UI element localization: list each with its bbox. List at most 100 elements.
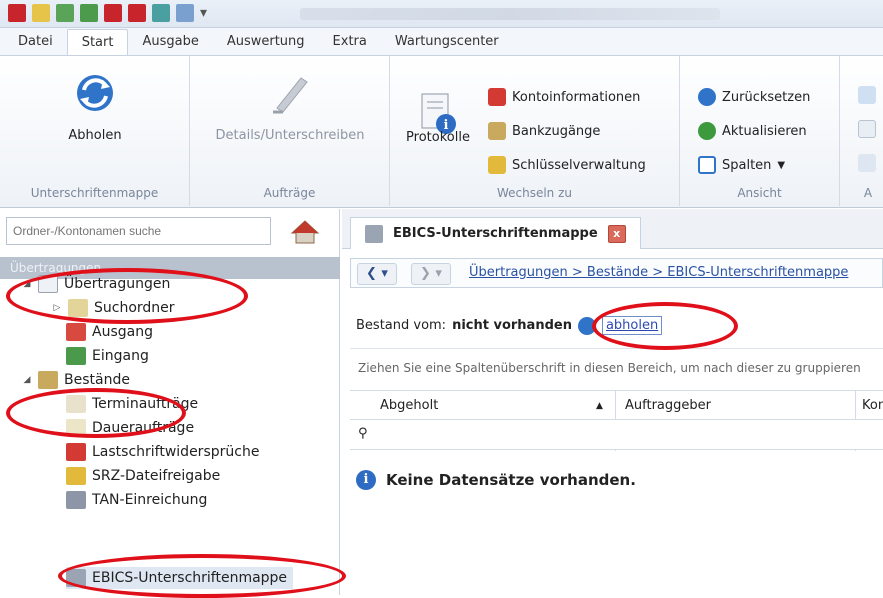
pen-sign-icon: [273, 77, 308, 114]
protokolle-button[interactable]: i Protokolle: [398, 92, 478, 145]
envelope-icon: [38, 275, 58, 293]
close-tab-button[interactable]: x: [607, 224, 626, 243]
nav-item-eingang[interactable]: Eingang: [66, 345, 149, 367]
expand-triangle-icon[interactable]: ◢: [22, 375, 32, 385]
schluesselverwaltung-button[interactable]: Schlüsselverwaltung: [488, 154, 646, 176]
nav-label: Lastschriftwidersprüche: [92, 444, 260, 460]
abholen-button[interactable]: Abholen: [50, 70, 140, 143]
nav-label: Terminaufträge: [92, 396, 199, 412]
nav-item-ebics-unterschriftenmappe[interactable]: EBICS-Unterschriftenmappe: [66, 567, 294, 589]
breadcrumb-bar: ❮ ▾ ❯ ▾ Übertragungen > Bestände > EBICS…: [350, 258, 883, 288]
kontoinformationen-label: Kontoinformationen: [512, 89, 641, 105]
nav-item-dauerauftraege[interactable]: Daueraufträge: [66, 417, 194, 439]
chart-icon[interactable]: [858, 154, 876, 172]
group-auftraege: Details/Unterschreiben Aufträge: [190, 56, 390, 206]
bankzugaenge-button[interactable]: Bankzugänge: [488, 120, 600, 142]
file-release-icon: [66, 467, 86, 485]
group-label-cut: A: [863, 186, 873, 200]
calendar-icon: [66, 395, 86, 413]
qat-dropdown-icon[interactable]: ▾: [200, 4, 212, 22]
bankzugaenge-label: Bankzugänge: [512, 123, 601, 139]
tab-wartungscenter[interactable]: Wartungscenter: [381, 29, 513, 55]
empty-message: Keine Datensätze vorhanden.: [386, 471, 636, 489]
tab-start[interactable]: Start: [66, 29, 129, 55]
spalten-button[interactable]: Spalten ▼: [698, 154, 785, 176]
search-folder-icon: [68, 299, 88, 317]
abholen-link[interactable]: abholen: [601, 316, 663, 335]
group-ansicht: Zurücksetzen Aktualisieren Spalten ▼ Ans…: [680, 56, 840, 206]
nav-label: SRZ-Dateifreigabe: [92, 468, 221, 484]
tab-ausgabe[interactable]: Ausgabe: [128, 29, 212, 55]
group-by-area[interactable]: Ziehen Sie eine Spaltenüberschrift in di…: [350, 348, 883, 388]
status-line: Bestand vom: nicht vorhanden abholen: [356, 316, 663, 335]
column-header-abgeholt[interactable]: Abgeholt: [380, 398, 438, 413]
empty-state: i Keine Datensätze vorhanden.: [356, 470, 636, 490]
breadcrumb[interactable]: Übertragungen > Bestände > EBICS-Untersc…: [469, 265, 848, 280]
nav-item-ausgang[interactable]: Ausgang: [66, 321, 153, 343]
group-label-ansicht: Ansicht: [737, 186, 782, 200]
nav-item-lastschriftwidersprueche[interactable]: Lastschriftwidersprüche: [66, 441, 259, 463]
group-cutoff: A: [840, 56, 883, 206]
schluesselverwaltung-label: Schlüsselverwaltung: [512, 157, 646, 173]
bank-icon: [488, 122, 506, 140]
column-header-kon[interactable]: Kon: [862, 398, 883, 413]
filter-icon: ⚲: [358, 426, 368, 441]
account-info-icon: [488, 88, 506, 106]
transfer-icon[interactable]: [80, 4, 98, 22]
recurring-calendar-icon: [66, 419, 86, 437]
refresh-globe-icon: [77, 75, 113, 111]
nav-item-tan-einreichung[interactable]: TAN-Einreichung: [66, 489, 207, 511]
info-icon: i: [356, 470, 376, 490]
signature-folder-icon: [66, 569, 86, 587]
folder-search-input[interactable]: [6, 217, 271, 245]
nav-item-uebertragungen[interactable]: ◢ Übertragungen: [22, 273, 170, 295]
group-label-unterschriftenmappe: Unterschriftenmappe: [30, 186, 159, 200]
tab-ebics-unterschriftenmappe[interactable]: EBICS-Unterschriftenmappe x: [350, 217, 641, 249]
tab-datei[interactable]: Datei: [0, 29, 67, 55]
window-icon[interactable]: [152, 4, 170, 22]
details-unterschreiben-button[interactable]: Details/Unterschreiben: [200, 70, 380, 143]
refresh-icon: [698, 122, 716, 140]
list-icon[interactable]: [32, 4, 50, 22]
nav-label: Ausgang: [92, 324, 153, 340]
doc-tab-title: EBICS-Unterschriftenmappe: [393, 226, 598, 241]
print-icon[interactable]: [128, 4, 146, 22]
navigation-pane: Übertragungen ◢ Übertragungen ▷ Suchordn…: [0, 209, 340, 595]
tab-auswertung[interactable]: Auswertung: [213, 29, 319, 55]
nav-item-suchordner[interactable]: ▷ Suchordner: [52, 297, 175, 319]
nav-label: Daueraufträge: [92, 420, 195, 436]
grid-icon[interactable]: [858, 86, 876, 104]
nav-label: Eingang: [92, 348, 149, 364]
back-button[interactable]: ❮ ▾: [357, 263, 397, 285]
nav-item-bestaende[interactable]: ◢ Bestände: [22, 369, 130, 391]
home-icon[interactable]: [290, 219, 320, 245]
tab-extra[interactable]: Extra: [319, 29, 381, 55]
nav-label: Übertragungen: [64, 276, 171, 292]
ribbon: Abholen Unterschriftenmappe Details/Unte…: [0, 56, 883, 208]
send-icon[interactable]: [104, 4, 122, 22]
group-wechseln-zu: i Protokolle Kontoinformationen Bankzugä…: [390, 56, 680, 206]
status-value: nicht vorhanden: [452, 318, 572, 333]
collapse-triangle-icon[interactable]: ▷: [52, 303, 62, 313]
protokolle-label: Protokolle: [406, 130, 470, 145]
kontoinformationen-button[interactable]: Kontoinformationen: [488, 86, 640, 108]
help-icon[interactable]: [176, 4, 194, 22]
import-icon[interactable]: [56, 4, 74, 22]
filter-row[interactable]: ⚲: [350, 420, 883, 450]
nav-item-srz-dateifreigabe[interactable]: SRZ-Dateifreigabe: [66, 465, 220, 487]
app-icon[interactable]: [8, 4, 26, 22]
table-icon[interactable]: [858, 120, 876, 138]
nav-label: Bestände: [64, 372, 130, 388]
column-header-auftraggeber[interactable]: Auftraggeber: [625, 398, 711, 413]
zuruecksetzen-button[interactable]: Zurücksetzen: [698, 86, 810, 108]
tan-submit-icon: [66, 491, 86, 509]
aktualisieren-button[interactable]: Aktualisieren: [698, 120, 807, 142]
signature-folder-icon: [365, 224, 383, 243]
quick-access-toolbar: ▾: [8, 4, 212, 22]
nav-item-terminauftraege[interactable]: Terminaufträge: [66, 393, 198, 415]
forward-button[interactable]: ❯ ▾: [411, 263, 451, 285]
expand-triangle-icon[interactable]: ◢: [22, 279, 32, 289]
abholen-label: Abholen: [68, 128, 122, 143]
title-bar: ▾: [0, 0, 883, 28]
window-title-blurred: [300, 8, 720, 20]
